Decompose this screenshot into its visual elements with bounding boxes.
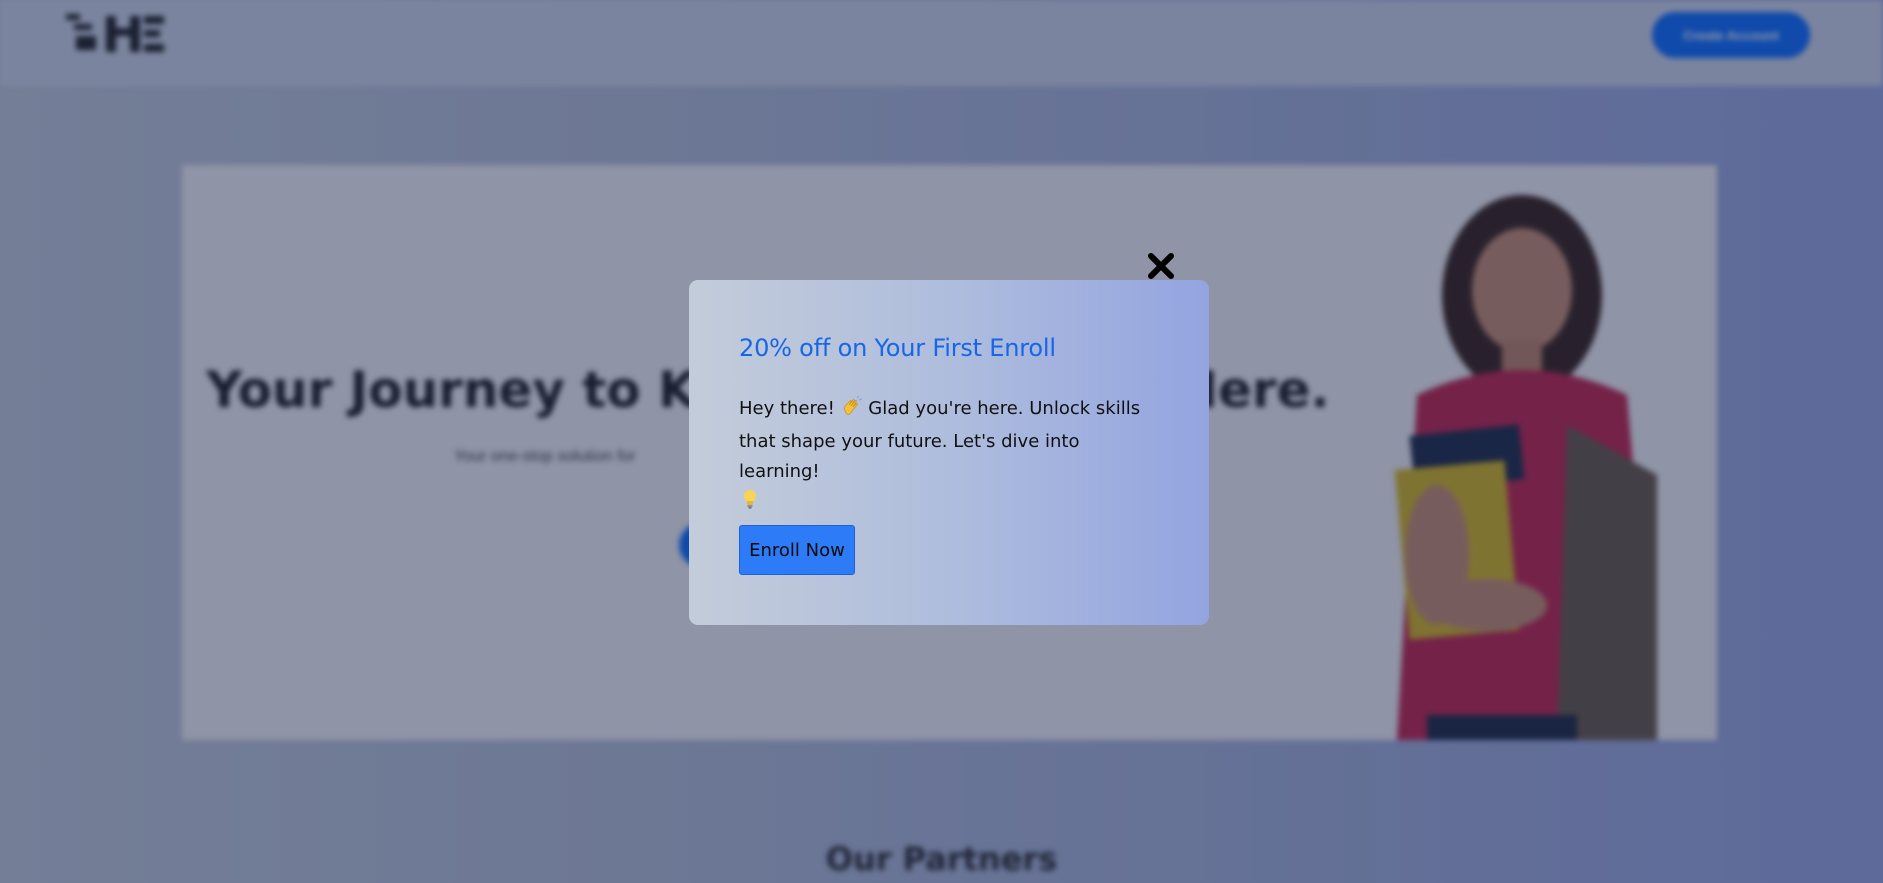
promo-modal: 20% off on Your First Enroll Hey there! … <box>689 280 1209 625</box>
close-icon <box>1148 253 1174 279</box>
enroll-now-button[interactable]: Enroll Now <box>739 525 855 575</box>
waving-hand-icon <box>841 395 863 427</box>
modal-message: Hey there! Glad you're here. Unlock skil… <box>739 394 1159 520</box>
greeting-text: Hey there! <box>739 398 835 419</box>
modal-title: 20% off on Your First Enroll <box>739 334 1056 362</box>
close-modal-button[interactable] <box>1146 251 1176 281</box>
lightbulb-icon <box>739 488 761 520</box>
